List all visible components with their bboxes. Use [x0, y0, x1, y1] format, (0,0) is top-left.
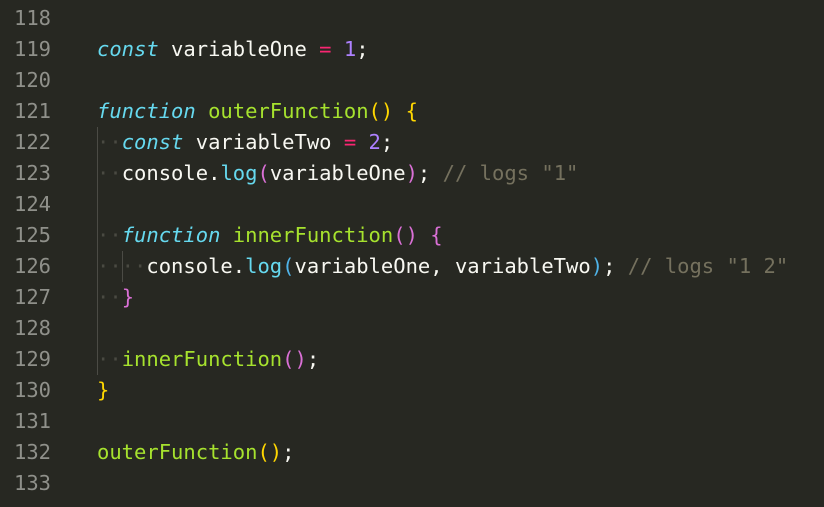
- bracket-token: }: [121, 285, 135, 309]
- code-token: variableOne, variableTwo: [294, 254, 591, 278]
- line-number: 119: [14, 37, 52, 61]
- line-number: 123: [14, 161, 52, 185]
- line-number: 130: [14, 378, 52, 402]
- line-number: 131: [14, 409, 52, 433]
- operator-token: =: [343, 130, 357, 154]
- line-number: 133: [14, 471, 52, 495]
- code-line[interactable]: 123 ··console.log(variableOne); // logs "…: [0, 158, 824, 189]
- code-line[interactable]: 132 outerFunction();: [0, 437, 824, 468]
- bracket-token: (): [368, 99, 394, 123]
- code-text: const variableOne = 1;: [97, 34, 369, 65]
- line-number: 126: [14, 254, 52, 278]
- keyword-token: const: [97, 37, 159, 61]
- code-line[interactable]: 121 function outerFunction() {: [0, 96, 824, 127]
- code-line[interactable]: 128: [0, 313, 824, 344]
- whitespace-marker: ··: [97, 130, 122, 154]
- line-number: 121: [14, 99, 52, 123]
- code-line[interactable]: 127 ··}: [0, 282, 824, 313]
- function-name-token: outerFunction: [97, 440, 258, 464]
- bracket-token: }: [97, 378, 110, 402]
- code-line[interactable]: 120: [0, 65, 824, 96]
- code-token: ;: [282, 440, 295, 464]
- comment-token: // logs "1 2": [627, 254, 789, 278]
- method-token: log: [245, 254, 283, 278]
- code-line[interactable]: 125 ··function innerFunction() {: [0, 220, 824, 251]
- code-token: console.: [146, 254, 246, 278]
- bracket-token: ): [590, 254, 604, 278]
- code-text: ··const variableTwo = 2;: [97, 127, 393, 158]
- code-text: ··innerFunction();: [97, 344, 319, 375]
- code-line[interactable]: 124: [0, 189, 824, 220]
- code-line[interactable]: 118: [0, 3, 824, 34]
- bracket-token: (: [282, 254, 295, 278]
- code-token: ;: [603, 254, 628, 278]
- line-number: 128: [14, 316, 52, 340]
- whitespace-marker: ····: [97, 254, 147, 278]
- bracket-token: {: [430, 223, 443, 247]
- code-token: variableOne: [158, 37, 320, 61]
- bracket-token: ): [405, 161, 418, 185]
- line-number: 132: [14, 440, 52, 464]
- function-name-token: innerFunction: [121, 347, 283, 371]
- method-token: log: [220, 161, 258, 185]
- code-token: variableOne: [269, 161, 406, 185]
- code-token: ;: [356, 37, 369, 61]
- bracket-token: (): [393, 223, 418, 247]
- code-line[interactable]: 119 const variableOne = 1;: [0, 34, 824, 65]
- keyword-token: function: [97, 99, 196, 123]
- whitespace-marker: ··: [97, 285, 122, 309]
- line-number: 127: [14, 285, 52, 309]
- bracket-token: (: [257, 161, 270, 185]
- code-line[interactable]: 126 ····console.log(variableOne, variable…: [0, 251, 824, 282]
- code-editor[interactable]: 118 119 const variableOne = 1; 120 121 functi…: [0, 0, 824, 507]
- code-text: function outerFunction() {: [97, 96, 418, 127]
- bracket-token: {: [405, 99, 418, 123]
- line-number: 122: [14, 130, 52, 154]
- code-text: ··function innerFunction() {: [97, 220, 443, 251]
- code-text: }: [97, 375, 109, 406]
- line-number: 124: [14, 192, 52, 216]
- code-line[interactable]: 129 ··innerFunction();: [0, 344, 824, 375]
- function-name-token: innerFunction: [232, 223, 394, 247]
- line-number: 125: [14, 223, 52, 247]
- whitespace-marker: ··: [97, 161, 122, 185]
- line-number: 120: [14, 68, 52, 92]
- code-token: ;: [417, 161, 443, 185]
- code-text: ··console.log(variableOne); // logs "1": [97, 158, 578, 189]
- function-name-token: outerFunction: [208, 99, 369, 123]
- keyword-token: function: [121, 223, 221, 247]
- whitespace-marker: ··: [97, 223, 122, 247]
- whitespace-marker: ··: [97, 347, 122, 371]
- keyword-token: const: [121, 130, 184, 154]
- code-token: ;: [380, 130, 394, 154]
- bracket-token: (): [282, 347, 307, 371]
- comment-token: // logs "1": [442, 161, 579, 185]
- code-line[interactable]: 122 ··const variableTwo = 2;: [0, 127, 824, 158]
- code-text: ····console.log(variableOne, variableTwo…: [97, 251, 788, 282]
- code-text: ··}: [97, 282, 134, 313]
- bracket-token: (): [257, 440, 283, 464]
- line-number: 118: [14, 6, 52, 30]
- code-token: console.: [121, 161, 221, 185]
- code-line[interactable]: 130}: [0, 375, 824, 406]
- number-token: 2: [368, 130, 381, 154]
- code-line[interactable]: 131: [0, 406, 824, 437]
- operator-token: =: [319, 37, 332, 61]
- code-text: outerFunction();: [97, 437, 294, 468]
- code-line[interactable]: 133: [0, 468, 824, 499]
- number-token: 1: [343, 37, 357, 61]
- line-number: 129: [14, 347, 52, 371]
- code-token: variableTwo: [183, 130, 344, 154]
- code-token: ;: [306, 347, 320, 371]
